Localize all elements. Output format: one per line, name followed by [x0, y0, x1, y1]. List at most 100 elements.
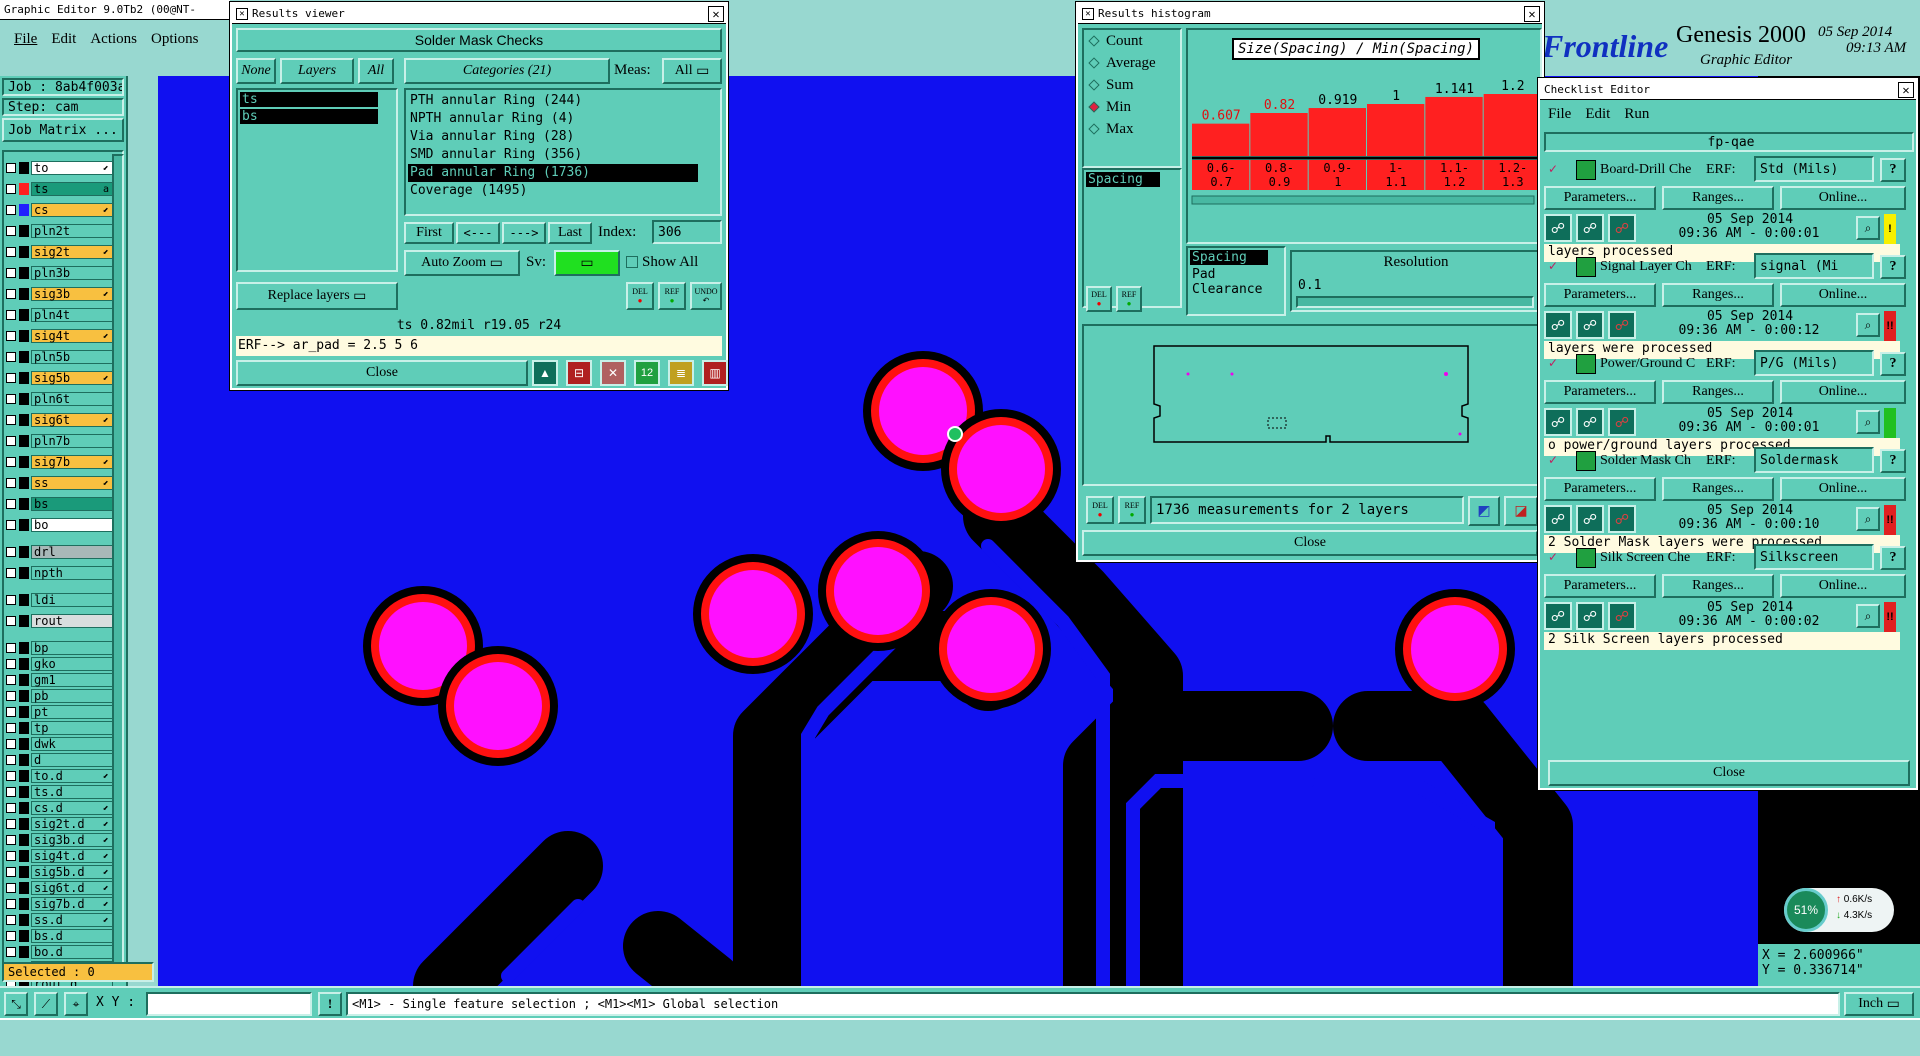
layer-row[interactable]: sig7b.d ⬋ — [6, 896, 113, 911]
layer-row[interactable]: ts.d — [6, 784, 113, 799]
layer-checkbox[interactable] — [6, 372, 16, 383]
layer-row[interactable]: dwk — [6, 736, 113, 751]
stop-icon[interactable]: ☍ — [1608, 602, 1636, 630]
layer-checkbox[interactable] — [6, 414, 16, 425]
run-icon[interactable]: ☍ — [1544, 602, 1572, 630]
layer-name[interactable]: to ⬋ — [31, 160, 113, 175]
checklist-menu-edit[interactable]: Edit — [1585, 106, 1610, 123]
layer-row[interactable]: sig4t ⬋ — [6, 328, 113, 343]
type-item-pad[interactable]: Pad — [1188, 267, 1284, 282]
layer-row[interactable]: pt — [6, 704, 113, 719]
ranges-button[interactable]: Ranges... — [1662, 283, 1774, 307]
layer-item-ts[interactable]: ts — [240, 92, 378, 107]
del-button[interactable]: DEL ● — [626, 282, 654, 310]
layer-row[interactable]: pln7b — [6, 433, 113, 448]
zoom-window-icon[interactable]: ◩ — [1468, 496, 1500, 526]
layer-checkbox[interactable] — [6, 204, 16, 215]
layer-row[interactable]: sig3b ⬋ — [6, 286, 113, 301]
histogram-bar[interactable] — [1250, 113, 1308, 156]
layer-row[interactable]: pln4t — [6, 307, 113, 322]
layer-name[interactable]: d — [31, 752, 113, 767]
layers-button[interactable]: Layers — [280, 58, 354, 84]
zoom-result-icon[interactable]: ⌕ — [1856, 313, 1880, 337]
layer-name[interactable]: sig4t ⬋ — [31, 328, 113, 343]
layer-checkbox[interactable] — [6, 246, 16, 257]
layer-name[interactable]: npth — [31, 565, 113, 580]
check-name[interactable]: Signal Layer Ch — [1600, 259, 1700, 275]
histogram-bar[interactable] — [1367, 104, 1425, 156]
show-all-checkbox[interactable] — [626, 256, 638, 268]
mode-radio-sum[interactable]: Sum — [1084, 74, 1180, 96]
layer-row[interactable]: bo — [6, 517, 113, 532]
parameters-button[interactable]: Parameters... — [1544, 574, 1656, 598]
stop-icon[interactable]: ☍ — [1608, 505, 1636, 533]
checklist-menu-file[interactable]: File — [1548, 106, 1571, 123]
run-icon[interactable]: ☍ — [1544, 505, 1572, 533]
help-button[interactable]: ? — [1880, 449, 1906, 473]
layer-row[interactable]: pln6t — [6, 391, 113, 406]
none-button[interactable]: None — [236, 58, 276, 84]
layer-name[interactable]: bo — [31, 517, 113, 532]
zoom-fit-icon[interactable]: ◪ — [1504, 496, 1538, 526]
run-selected-icon[interactable]: ☍ — [1576, 602, 1604, 630]
mode-radio-average[interactable]: Average — [1084, 52, 1180, 74]
window-menu-icon[interactable]: ✕ — [1082, 7, 1094, 20]
online-button[interactable]: Online... — [1780, 186, 1906, 210]
mode-radio-max[interactable]: Max — [1084, 118, 1180, 140]
layer-name[interactable]: sig5b.d ⬋ — [31, 864, 113, 879]
run-selected-icon[interactable]: ☍ — [1576, 311, 1604, 339]
layer-name[interactable]: dwk — [31, 736, 113, 751]
index-input[interactable]: 306 — [652, 220, 722, 244]
layer-item-bs[interactable]: bs — [240, 109, 378, 124]
layer-row[interactable]: bs.d — [6, 928, 113, 943]
layer-checkbox[interactable] — [6, 642, 16, 653]
layer-row[interactable]: npth — [6, 565, 113, 580]
layer-checkbox[interactable] — [6, 930, 16, 941]
sv-select[interactable]: ▭ — [554, 250, 620, 276]
layer-row[interactable]: pln3b — [6, 265, 113, 280]
histogram-bar[interactable] — [1425, 96, 1483, 156]
layer-name[interactable]: sig2t.d ⬋ — [31, 816, 113, 831]
erf-select[interactable]: Std (Mils) — [1754, 156, 1874, 182]
category-item[interactable]: NPTH annular Ring (4) — [408, 110, 698, 128]
layer-row[interactable]: cs.d ⬋ — [6, 800, 113, 815]
replace-layers-select[interactable]: Replace layers ▭ — [236, 282, 398, 310]
layer-row[interactable]: tp — [6, 720, 113, 735]
layer-name[interactable]: pln6t — [31, 391, 113, 406]
layer-checkbox[interactable] — [6, 615, 16, 626]
layer-checkbox[interactable] — [6, 882, 16, 893]
layer-row[interactable]: to.d ⬋ — [6, 768, 113, 783]
histogram-close-button[interactable]: Close — [1082, 530, 1538, 556]
board-preview[interactable] — [1082, 324, 1542, 486]
check-enable-icon[interactable]: ✓ — [1548, 162, 1558, 176]
layer-row[interactable]: gm1 — [6, 672, 113, 687]
parameters-button[interactable]: Parameters... — [1544, 186, 1656, 210]
ranges-button[interactable]: Ranges... — [1662, 477, 1774, 501]
ranges-button[interactable]: Ranges... — [1662, 574, 1774, 598]
layer-row[interactable]: bp — [6, 640, 113, 655]
layer-row[interactable]: rout — [6, 613, 113, 628]
layer-checkbox[interactable] — [6, 183, 16, 194]
help-button[interactable]: ? — [1880, 255, 1906, 279]
layer-checkbox[interactable] — [6, 722, 16, 733]
layer-checkbox[interactable] — [6, 267, 16, 278]
checklist-menu-run[interactable]: Run — [1624, 106, 1649, 123]
preview-del-button[interactable]: DEL ● — [1086, 496, 1114, 524]
layer-name[interactable]: cs.d ⬋ — [31, 800, 113, 815]
layer-row[interactable]: sig4t.d ⬋ — [6, 848, 113, 863]
layer-checkbox[interactable] — [6, 546, 16, 557]
units-select[interactable]: Inch ▭ — [1844, 992, 1914, 1016]
all-button[interactable]: All — [358, 58, 394, 84]
layer-checkbox[interactable] — [6, 674, 16, 685]
layer-name[interactable]: sig2t ⬋ — [31, 244, 113, 259]
layer-name[interactable]: sig6t ⬋ — [31, 412, 113, 427]
layer-name[interactable]: bs — [31, 496, 113, 511]
layer-row[interactable]: sig2t ⬋ — [6, 244, 113, 259]
layer-row[interactable]: ts a — [6, 181, 113, 196]
check-name[interactable]: Silk Screen Che — [1600, 550, 1700, 566]
layer-row[interactable]: d — [6, 752, 113, 767]
run-selected-icon[interactable]: ☍ — [1576, 505, 1604, 533]
checklist-titlebar[interactable]: Checklist Editor ✕ — [1540, 80, 1916, 100]
layer-name[interactable]: pln4t — [31, 307, 113, 322]
layer-scrollbar[interactable] — [112, 154, 124, 974]
